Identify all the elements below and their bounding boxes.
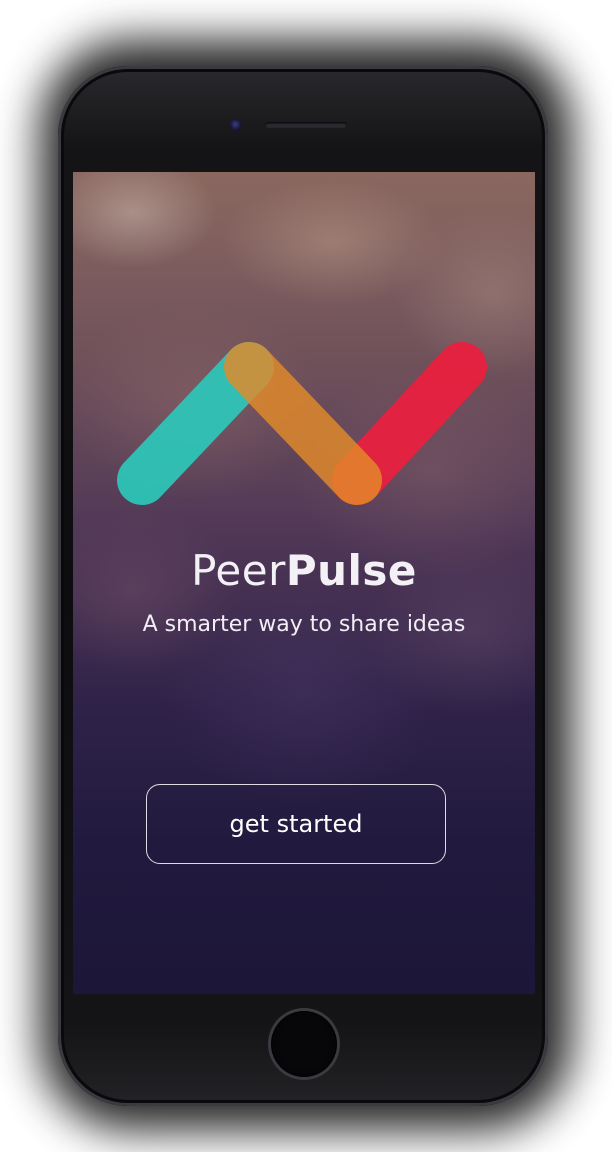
logo-amber-stroke <box>224 342 382 505</box>
home-button[interactable] <box>271 1011 337 1077</box>
front-camera-icon <box>230 119 242 131</box>
app-brand-name: PeerPulse <box>73 546 535 595</box>
earpiece-speaker <box>265 122 347 128</box>
brand-name-regular: Peer <box>191 546 286 595</box>
zigzag-pulse-logo-icon <box>117 342 487 505</box>
brand-name-bold: Pulse <box>285 546 417 595</box>
stage: PeerPulse A smarter way to share ideas g… <box>0 0 612 1152</box>
get-started-button[interactable]: get started <box>146 784 446 864</box>
app-screen: PeerPulse A smarter way to share ideas g… <box>73 172 535 994</box>
app-tagline: A smarter way to share ideas <box>142 612 466 637</box>
